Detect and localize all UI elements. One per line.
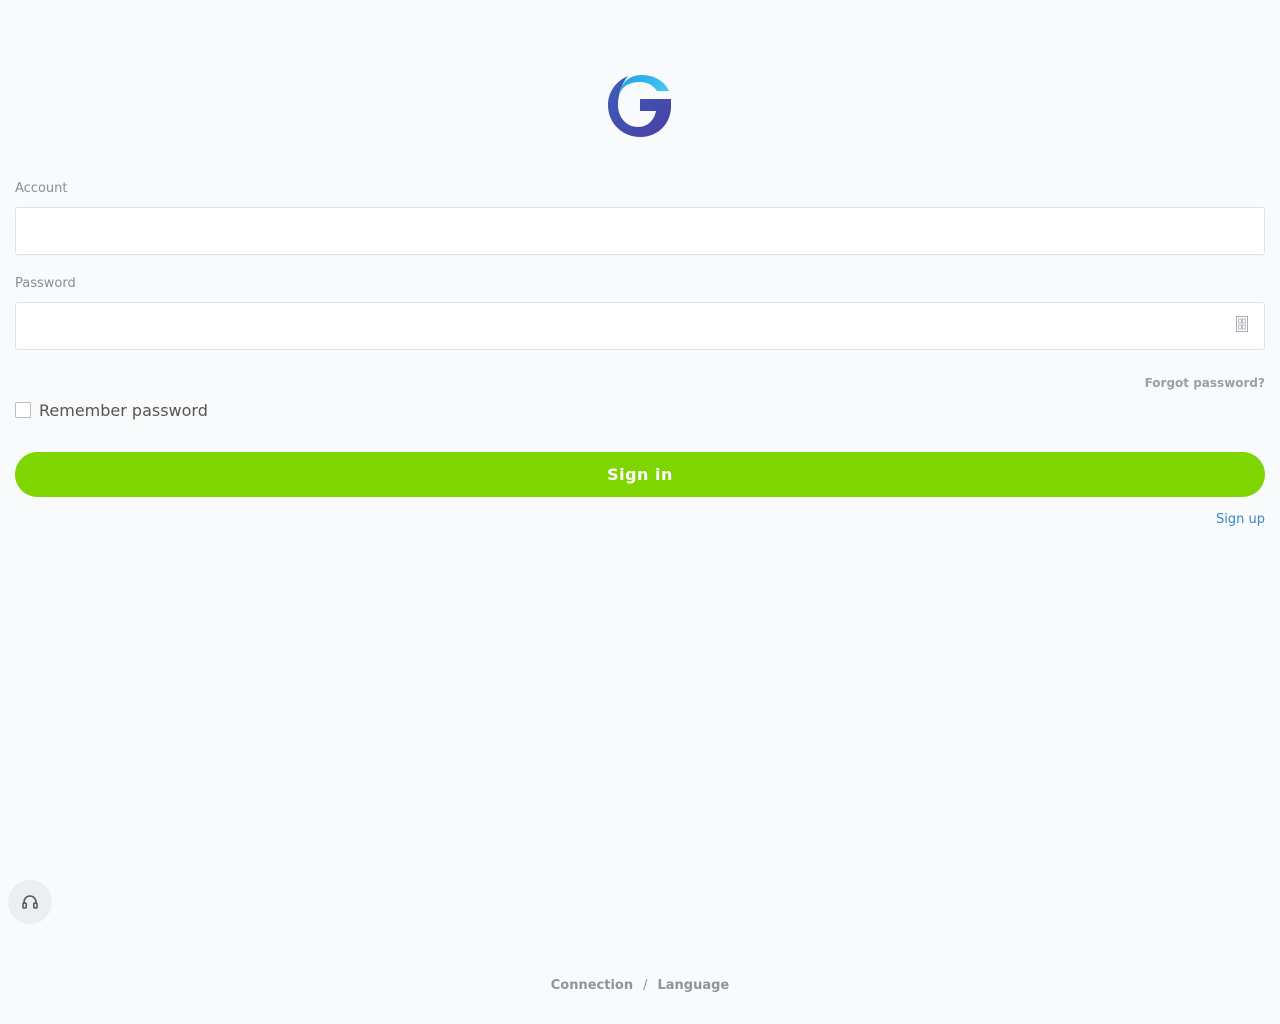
account-label: Account: [15, 181, 68, 196]
language-link[interactable]: Language: [657, 978, 729, 993]
connection-link[interactable]: Connection: [551, 978, 633, 993]
headset-icon: [22, 895, 38, 909]
login-page: Account Password Forgot password? Rememb…: [0, 0, 1280, 1024]
password-input[interactable]: [15, 302, 1265, 350]
footer-links: Connection / Language: [0, 978, 1280, 993]
sign-in-button[interactable]: Sign in: [15, 452, 1265, 497]
support-button[interactable]: [8, 880, 52, 924]
password-visibility-icon[interactable]: [1236, 316, 1248, 332]
remember-password-option[interactable]: Remember password: [15, 400, 208, 420]
g-logo-icon: [608, 75, 671, 137]
forgot-password-link[interactable]: Forgot password?: [1145, 376, 1265, 390]
remember-password-label: Remember password: [39, 400, 208, 420]
password-label: Password: [15, 276, 76, 291]
remember-password-checkbox[interactable]: [15, 402, 31, 418]
sign-up-link[interactable]: Sign up: [1216, 512, 1265, 527]
account-input[interactable]: [15, 207, 1265, 255]
footer-separator: /: [643, 978, 648, 993]
